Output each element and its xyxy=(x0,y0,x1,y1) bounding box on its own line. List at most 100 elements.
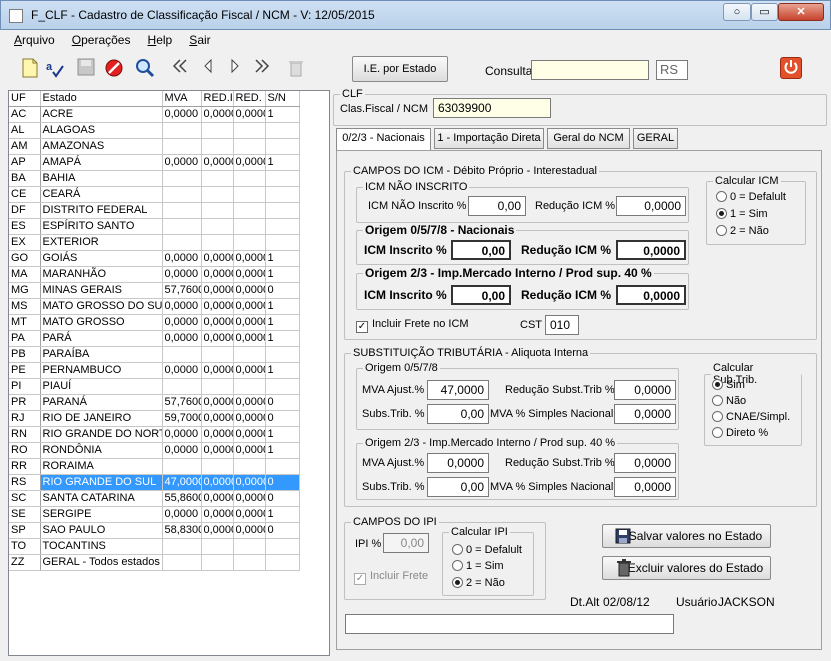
tab-nacionais[interactable]: 0/2/3 - Nacionais xyxy=(336,128,431,151)
grid-cell-estado[interactable]: SERGIPE xyxy=(40,506,163,523)
grid-cell-red-icm[interactable]: 0,0000 xyxy=(201,522,234,539)
grid-cell-mva[interactable]: 0,0000 xyxy=(162,442,202,459)
table-row[interactable]: RORONDÔNIA0,00000,00000,00001 xyxy=(9,442,300,459)
st-origem2-simples-input[interactable]: 0,0000 xyxy=(614,477,676,497)
grid-cell-sn[interactable]: 1 xyxy=(265,298,300,315)
calc-st-radio-sim[interactable]: Sim xyxy=(712,379,745,391)
grid-cell-estado[interactable]: RIO DE JANEIRO xyxy=(40,410,163,427)
grid-cell-red-icm[interactable]: 0,0000 xyxy=(201,362,234,379)
grid-cell-mva[interactable]: 0,0000 xyxy=(162,362,202,379)
menu-sair[interactable]: Sair xyxy=(189,33,210,47)
grid-cell-sn[interactable]: 0 xyxy=(265,490,300,507)
grid-cell-red-icm[interactable] xyxy=(201,346,234,363)
grid-cell-estado[interactable]: SAO PAULO xyxy=(40,522,163,539)
table-row[interactable]: RJRIO DE JANEIRO59,70000,00000,00000 xyxy=(9,410,300,427)
grid-cell-red-st[interactable]: 0,0000 xyxy=(233,394,266,411)
grid-cell-mva[interactable]: 57,7600 xyxy=(162,282,202,299)
first-record-icon[interactable] xyxy=(170,58,190,78)
grid-cell-uf[interactable]: PE xyxy=(9,362,41,379)
grid-cell-mva[interactable] xyxy=(162,202,202,219)
grid-cell-red-st[interactable] xyxy=(233,234,266,251)
grid-cell-uf[interactable]: AC xyxy=(9,106,41,123)
grid-cell-uf[interactable]: SP xyxy=(9,522,41,539)
tab-geral[interactable]: GERAL xyxy=(633,128,678,149)
calc-ipi-radio-default[interactable]: 0 = Defalult xyxy=(452,544,522,556)
grid-cell-mva[interactable] xyxy=(162,234,202,251)
grid-cell-sn[interactable]: 0 xyxy=(265,474,300,491)
grid-cell-mva[interactable]: 0,0000 xyxy=(162,298,202,315)
grid-cell-sn[interactable]: 1 xyxy=(265,266,300,283)
grid-cell-sn[interactable]: 1 xyxy=(265,442,300,459)
grid-cell-mva[interactable]: 0,0000 xyxy=(162,266,202,283)
table-row[interactable]: SCSANTA CATARINA55,86000,00000,00000 xyxy=(9,490,300,507)
grid-cell-sn[interactable]: 0 xyxy=(265,394,300,411)
icm-origem2-red-input[interactable]: 0,0000 xyxy=(616,285,686,305)
grid-cell-red-st[interactable] xyxy=(233,122,266,139)
grid-cell-sn[interactable]: 1 xyxy=(265,314,300,331)
grid-cell-sn[interactable] xyxy=(265,122,300,139)
table-row[interactable]: PAPARÁ0,00000,00000,00001 xyxy=(9,330,300,347)
grid-cell-red-st[interactable] xyxy=(233,346,266,363)
table-row[interactable]: SPSAO PAULO58,83000,00000,00000 xyxy=(9,522,300,539)
grid-cell-sn[interactable]: 1 xyxy=(265,106,300,123)
grid-cell-red-icm[interactable]: 0,0000 xyxy=(201,426,234,443)
grid-cell-red-st[interactable]: 0,0000 xyxy=(233,522,266,539)
grid-cell-uf[interactable]: MA xyxy=(9,266,41,283)
cst-input[interactable]: 010 xyxy=(545,315,579,335)
new-document-icon[interactable] xyxy=(20,58,40,78)
grid-cell-estado[interactable]: MINAS GERAIS xyxy=(40,282,163,299)
grid-cell-estado[interactable]: PARAÍBA xyxy=(40,346,163,363)
grid-cell-estado[interactable]: CEARÁ xyxy=(40,186,163,203)
grid-cell-mva[interactable]: 0,0000 xyxy=(162,426,202,443)
menu-operacoes[interactable]: Operações xyxy=(72,33,131,47)
grid-cell-red-st[interactable] xyxy=(233,554,266,571)
grid-cell-sn[interactable]: 0 xyxy=(265,522,300,539)
grid-cell-uf[interactable]: RR xyxy=(9,458,41,475)
grid-cell-mva[interactable]: 0,0000 xyxy=(162,106,202,123)
table-row[interactable]: AM AMAZONAS xyxy=(9,138,300,155)
grid-cell-estado[interactable]: AMAPÁ xyxy=(40,154,163,171)
grid-cell-sn[interactable] xyxy=(265,554,300,571)
grid-cell-red-icm[interactable] xyxy=(201,122,234,139)
st-origem2-mva-input[interactable]: 0,0000 xyxy=(427,453,489,473)
grid-cell-uf[interactable]: CE xyxy=(9,186,41,203)
grid-cell-sn[interactable] xyxy=(265,170,300,187)
grid-cell-red-st[interactable] xyxy=(233,138,266,155)
table-row[interactable]: PB PARAÍBA xyxy=(9,346,300,363)
table-row[interactable]: TO TOCANTINS xyxy=(9,538,300,555)
grid-cell-mva[interactable] xyxy=(162,554,202,571)
icm-nao-inscrito-input[interactable]: 0,00 xyxy=(468,196,526,216)
grid-cell-red-st[interactable]: 0,0000 xyxy=(233,362,266,379)
grid-cell-sn[interactable] xyxy=(265,538,300,555)
search-icon[interactable] xyxy=(135,58,155,78)
grid-cell-red-icm[interactable]: 0,0000 xyxy=(201,250,234,267)
close-button[interactable]: ✕ xyxy=(778,3,824,21)
grid-cell-uf[interactable]: PR xyxy=(9,394,41,411)
table-row[interactable]: APAMAPÁ0,00000,00000,00001 xyxy=(9,154,300,171)
icm-origem0-red-input[interactable]: 0,0000 xyxy=(616,240,686,260)
grid-cell-red-icm[interactable] xyxy=(201,186,234,203)
grid-cell-estado[interactable]: MATO GROSSO DO SUL xyxy=(40,298,163,315)
table-row[interactable]: BA BAHIA xyxy=(9,170,300,187)
grid-cell-red-st[interactable]: 0,0000 xyxy=(233,330,266,347)
grid-cell-uf[interactable]: PI xyxy=(9,378,41,395)
grid-cell-sn[interactable] xyxy=(265,378,300,395)
calc-st-radio-cnae[interactable]: CNAE/Simpl. xyxy=(712,411,790,423)
grid-cell-mva[interactable]: 0,0000 xyxy=(162,154,202,171)
grid-cell-red-icm[interactable] xyxy=(201,554,234,571)
grid-cell-red-icm[interactable]: 0,0000 xyxy=(201,330,234,347)
table-row[interactable]: ES ESPÍRITO SANTO xyxy=(9,218,300,235)
col-header-mva[interactable]: MVA xyxy=(162,91,202,107)
table-row[interactable]: PEPERNAMBUCO0,00000,00000,00001 xyxy=(9,362,300,379)
clf-ncm-input[interactable]: 63039900 xyxy=(433,98,551,118)
grid-cell-red-st[interactable]: 0,0000 xyxy=(233,154,266,171)
grid-cell-red-st[interactable]: 0,0000 xyxy=(233,298,266,315)
grid-cell-mva[interactable]: 0,0000 xyxy=(162,330,202,347)
table-row[interactable]: ACACRE0,00000,00000,00001 xyxy=(9,106,300,123)
grid-cell-sn[interactable]: 1 xyxy=(265,330,300,347)
grid-cell-uf[interactable]: ES xyxy=(9,218,41,235)
grid-cell-red-icm[interactable]: 0,0000 xyxy=(201,282,234,299)
grid-cell-sn[interactable] xyxy=(265,186,300,203)
grid-cell-uf[interactable]: RN xyxy=(9,426,41,443)
grid-cell-red-icm[interactable] xyxy=(201,202,234,219)
